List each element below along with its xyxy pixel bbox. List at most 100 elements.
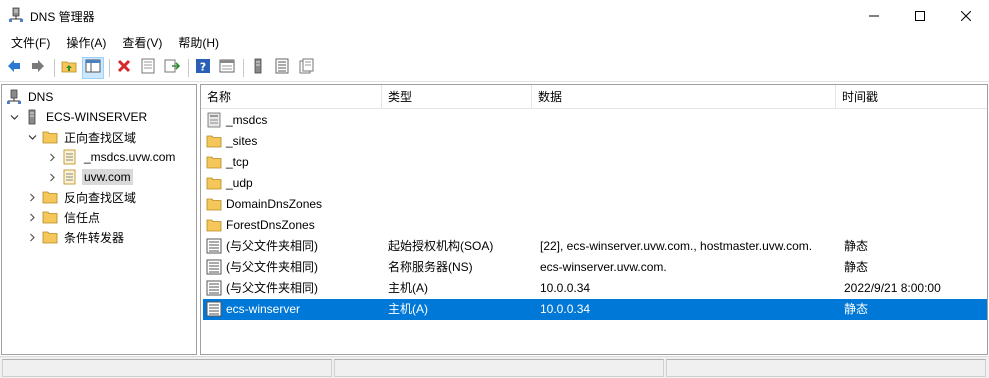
minimize-icon xyxy=(869,11,879,21)
column-header-data[interactable]: 数据 xyxy=(532,85,836,109)
folder-icon xyxy=(206,175,222,191)
tree-item-trust-points[interactable]: 信任点 xyxy=(26,207,102,227)
table-row[interactable]: (与父文件夹相同) 名称服务器(NS) ecs-winserver.uvw.com.… xyxy=(203,257,987,278)
table-row[interactable]: ForestDnsZones xyxy=(203,215,987,236)
table-row[interactable]: ecs-winserver 主机(A) 10.0.0.34 静态 xyxy=(203,299,987,320)
cell-name: DomainDnsZones xyxy=(226,197,323,211)
tree-item-conditional-forwarders[interactable]: 条件转发器 xyxy=(26,227,126,247)
menu-file[interactable]: 文件(F) xyxy=(6,33,55,53)
table-row[interactable]: _sites xyxy=(203,131,987,152)
folder-icon xyxy=(206,196,222,212)
toolbar-separator xyxy=(243,58,244,77)
back-arrow-icon xyxy=(6,58,22,77)
menu-view[interactable]: 查看(V) xyxy=(117,33,167,53)
tree-item-label: 条件转发器 xyxy=(64,230,125,245)
record-icon xyxy=(206,238,222,254)
up-level-button[interactable] xyxy=(58,57,80,79)
list-header: 名称 类型 数据 时间戳 xyxy=(201,85,987,109)
server-button[interactable] xyxy=(247,57,269,79)
show-hide-tree-icon xyxy=(85,58,101,77)
tree-item-label: 正向查找区域 xyxy=(64,130,137,145)
minimize-button[interactable] xyxy=(851,0,897,32)
tree-item-label: 反向查找区域 xyxy=(64,190,137,205)
cell-name: (与父文件夹相同) xyxy=(226,281,318,295)
folder-icon xyxy=(206,154,222,170)
menu-action[interactable]: 操作(A) xyxy=(61,33,111,53)
chevron-right-icon[interactable] xyxy=(46,171,58,183)
chevron-down-icon[interactable] xyxy=(8,111,20,123)
cell-data: 10.0.0.34 xyxy=(540,281,591,295)
list-button[interactable] xyxy=(271,57,293,79)
properties-icon xyxy=(140,58,156,77)
table-row[interactable]: DomainDnsZones xyxy=(203,194,987,215)
properties-button[interactable] xyxy=(137,57,159,79)
delegated-zone-icon xyxy=(206,112,222,128)
menu-help[interactable]: 帮助(H) xyxy=(173,33,224,53)
tree-item-label: 信任点 xyxy=(64,210,101,225)
column-header-timestamp[interactable]: 时间戳 xyxy=(836,85,987,109)
toolbar-separator xyxy=(109,58,110,77)
chevron-right-icon[interactable] xyxy=(46,151,58,163)
table-row[interactable]: _tcp xyxy=(203,152,987,173)
cell-name: _sites xyxy=(226,134,258,148)
folder-icon xyxy=(42,209,58,225)
refresh-icon xyxy=(298,58,314,77)
chevron-right-icon[interactable] xyxy=(26,191,38,203)
cell-name: (与父文件夹相同) xyxy=(226,239,318,253)
export-list-button[interactable] xyxy=(161,57,183,79)
show-hide-tree-button[interactable] xyxy=(82,56,104,79)
back-button[interactable] xyxy=(3,57,25,79)
maximize-icon xyxy=(915,11,925,21)
help-button[interactable]: ? xyxy=(192,57,214,79)
table-row[interactable]: (与父文件夹相同) 主机(A) 10.0.0.34 2022/9/21 8:00:00 xyxy=(203,278,987,299)
folder-icon xyxy=(42,189,58,205)
chevron-right-icon[interactable] xyxy=(26,231,38,243)
chevron-right-icon[interactable] xyxy=(26,211,38,223)
dns-root-icon xyxy=(6,89,22,105)
server-icon xyxy=(250,58,266,77)
console-tree[interactable]: DNS ECS-WINSERVER 正向查找区域 _msdcs.uvw.com … xyxy=(1,84,197,355)
cell-timestamp: 2022/9/21 8:00:00 xyxy=(844,281,941,295)
column-header-type[interactable]: 类型 xyxy=(382,85,532,109)
cell-type: 主机(A) xyxy=(388,302,428,316)
table-row[interactable]: _udp xyxy=(203,173,987,194)
status-bar xyxy=(0,356,989,378)
records-list[interactable]: 名称 类型 数据 时间戳 _msdcs _sites _tcp _udp DomainD… xyxy=(200,84,988,355)
column-header-name[interactable]: 名称 xyxy=(201,85,382,109)
svg-text:?: ? xyxy=(200,61,206,74)
tree-item-uvw-zone[interactable]: uvw.com xyxy=(46,167,133,187)
maximize-button[interactable] xyxy=(897,0,943,32)
close-icon xyxy=(961,11,971,21)
tree-item-label: DNS xyxy=(28,90,54,104)
cell-timestamp: 静态 xyxy=(844,302,869,316)
tree-item-server[interactable]: ECS-WINSERVER xyxy=(8,107,149,127)
cell-name: _udp xyxy=(226,176,253,190)
server-icon xyxy=(24,109,40,125)
help-icon: ? xyxy=(195,58,211,77)
export-list-icon xyxy=(164,58,181,77)
chevron-down-icon[interactable] xyxy=(26,131,38,143)
cell-data: [22], ecs-winserver.uvw.com., hostmaster… xyxy=(540,239,813,253)
cell-data: 10.0.0.34 xyxy=(540,302,591,316)
up-folder-icon xyxy=(61,58,77,77)
forward-button[interactable] xyxy=(27,57,49,79)
show-console-button[interactable] xyxy=(216,57,238,79)
table-row[interactable]: (与父文件夹相同) 起始授权机构(SOA) [22], ecs-winserver.… xyxy=(203,236,987,257)
cell-type: 主机(A) xyxy=(388,281,428,295)
record-icon xyxy=(206,280,222,296)
folder-icon xyxy=(206,217,222,233)
folder-icon xyxy=(206,133,222,149)
tree-item-dns[interactable]: DNS xyxy=(6,87,55,107)
tree-item-forward-lookup-zones[interactable]: 正向查找区域 xyxy=(26,127,138,147)
delete-icon xyxy=(116,58,132,77)
tree-item-msdcs-zone[interactable]: _msdcs.uvw.com xyxy=(46,147,177,167)
cell-name: ecs-winserver xyxy=(226,302,301,316)
table-row[interactable]: _msdcs xyxy=(203,110,987,131)
zone-icon xyxy=(62,149,78,165)
close-button[interactable] xyxy=(943,0,989,32)
tree-item-label: _msdcs.uvw.com xyxy=(84,150,176,164)
delete-button[interactable] xyxy=(113,57,135,79)
tree-item-reverse-lookup-zones[interactable]: 反向查找区域 xyxy=(26,187,138,207)
dns-server-icon xyxy=(8,7,24,23)
refresh-button[interactable] xyxy=(295,57,317,79)
